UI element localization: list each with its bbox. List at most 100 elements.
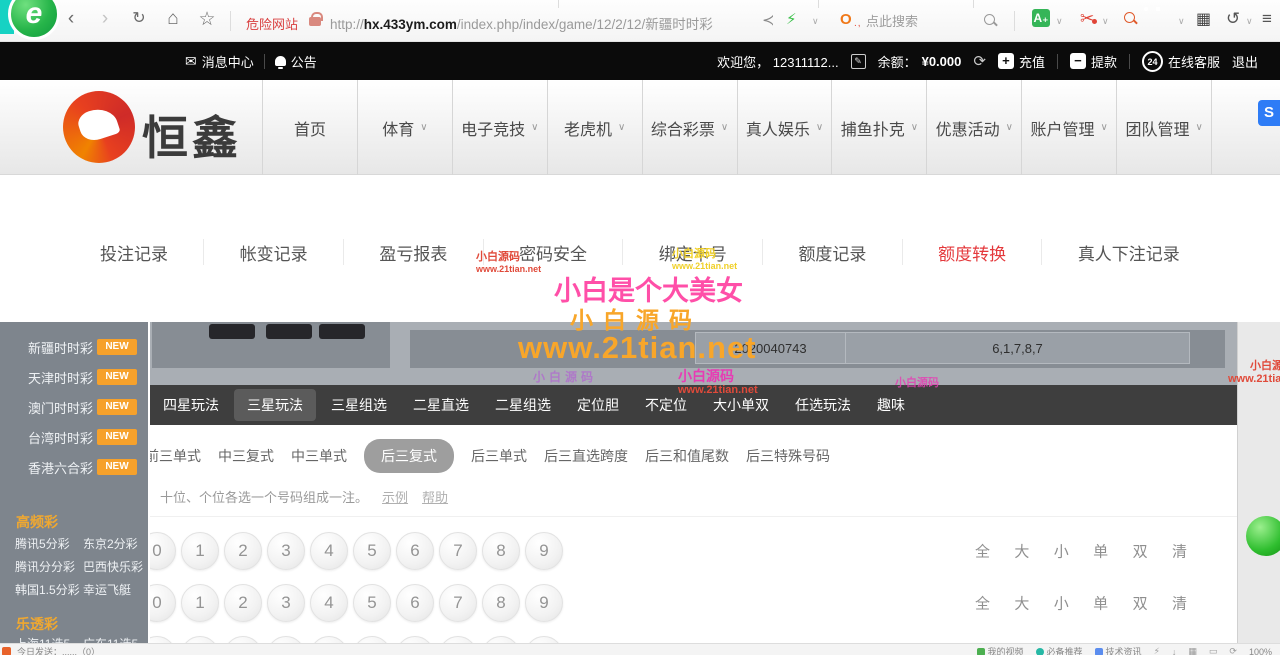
message-center-link[interactable]: ✉ 消息中心 bbox=[185, 52, 254, 71]
deposit-button[interactable]: + 充值 bbox=[997, 52, 1045, 71]
number-ball[interactable]: 6 bbox=[396, 636, 434, 643]
number-ball[interactable]: 6 bbox=[396, 532, 434, 570]
sidebar-game-row[interactable]: 韩国1.5分彩 幸运飞艇 bbox=[0, 581, 148, 598]
number-ball[interactable]: 9 bbox=[525, 636, 563, 643]
edit-profile-icon[interactable]: ✎ bbox=[850, 53, 866, 69]
tab-big-small-odd-even[interactable]: 大小单双 bbox=[700, 385, 782, 425]
number-ball[interactable]: 1 bbox=[181, 532, 219, 570]
number-ball[interactable]: 7 bbox=[439, 532, 477, 570]
subnav-live-bet-records[interactable]: 真人下注记录 bbox=[1078, 240, 1180, 265]
number-ball[interactable]: 4 bbox=[310, 636, 348, 643]
number-ball[interactable]: 4 bbox=[310, 584, 348, 622]
select-small[interactable]: 小 bbox=[1054, 593, 1069, 614]
refresh-balance-icon[interactable]: ⟳ bbox=[973, 52, 986, 70]
site-logo-icon[interactable] bbox=[63, 91, 135, 163]
tab-3star-group[interactable]: 三星组选 bbox=[318, 385, 400, 425]
clear-row[interactable]: 清 bbox=[1172, 593, 1187, 614]
sidebar-item-hongkong[interactable]: 香港六合彩 NEW bbox=[0, 452, 148, 482]
bettab-mid3-multi[interactable]: 中三复式 bbox=[218, 446, 274, 466]
number-ball[interactable]: 3 bbox=[267, 636, 305, 643]
number-ball[interactable]: 1 bbox=[181, 636, 219, 643]
address-bar[interactable]: http://hx.433ym.com/index.php/index/game… bbox=[330, 13, 713, 33]
sidebar-game-row[interactable]: 腾讯分分彩 巴西快乐彩 bbox=[0, 558, 148, 575]
bookmark-star-icon[interactable]: ☆ bbox=[194, 8, 220, 31]
nav-item-sports[interactable]: 体育 ∨ bbox=[356, 80, 452, 175]
number-ball[interactable]: 6 bbox=[396, 584, 434, 622]
nav-item-promotions[interactable]: 优惠活动 ∨ bbox=[926, 80, 1021, 175]
danger-site-badge[interactable]: 危险网站 bbox=[246, 14, 298, 33]
select-all[interactable]: 全 bbox=[975, 541, 990, 562]
select-even[interactable]: 双 bbox=[1133, 593, 1148, 614]
search-input[interactable] bbox=[866, 10, 976, 32]
number-ball[interactable]: 5 bbox=[353, 532, 391, 570]
number-ball[interactable]: 9 bbox=[525, 532, 563, 570]
lightning-icon[interactable]: ⚡ bbox=[786, 10, 797, 28]
bettab-back3-sumtail[interactable]: 后三和值尾数 bbox=[645, 446, 729, 466]
status-item-video[interactable]: 我的视频 bbox=[976, 645, 1024, 655]
withdraw-button[interactable]: − 提款 bbox=[1069, 52, 1117, 71]
number-ball[interactable]: 7 bbox=[439, 584, 477, 622]
refresh-icon[interactable]: ↻ bbox=[126, 8, 152, 28]
number-ball[interactable]: 8 bbox=[482, 584, 520, 622]
sidebar-item-tianjin[interactable]: 天津时时彩 NEW bbox=[0, 362, 148, 392]
example-link[interactable]: 示例 bbox=[382, 487, 408, 506]
site-logo-text[interactable]: 恒鑫 bbox=[142, 102, 242, 168]
online-service-link[interactable]: 24 在线客服 bbox=[1141, 50, 1220, 72]
tab-position[interactable]: 定位胆 bbox=[564, 385, 632, 425]
nav-item-team[interactable]: 团队管理 ∨ bbox=[1116, 80, 1213, 175]
tab-4star[interactable]: 四星玩法 bbox=[150, 385, 232, 425]
number-ball[interactable]: 7 bbox=[439, 636, 477, 643]
logout-button[interactable]: 退出 bbox=[1232, 52, 1258, 71]
number-ball[interactable]: 2 bbox=[224, 532, 262, 570]
number-ball[interactable]: 8 bbox=[482, 532, 520, 570]
bettab-back3-special[interactable]: 后三特殊号码 bbox=[746, 446, 830, 466]
search-box[interactable]: O ., bbox=[836, 8, 1008, 34]
number-ball[interactable]: 0 bbox=[150, 532, 176, 570]
bettab-mid3-single[interactable]: 中三单式 bbox=[291, 446, 347, 466]
announcement-link[interactable]: 公告 bbox=[274, 52, 317, 71]
tab-2star-direct[interactable]: 二星直选 bbox=[400, 385, 482, 425]
window-icon[interactable]: ▭ bbox=[1209, 646, 1218, 655]
number-ball[interactable]: 9 bbox=[525, 584, 563, 622]
chevron-down-icon[interactable]: ∨ bbox=[1246, 16, 1253, 27]
number-ball[interactable]: 2 bbox=[224, 584, 262, 622]
floating-service-icon[interactable] bbox=[1246, 516, 1280, 556]
sidebar-item-taiwan[interactable]: 台湾时时彩 NEW bbox=[0, 422, 148, 452]
subnav-profit-report[interactable]: 盈亏报表 bbox=[379, 240, 447, 265]
bettab-back3-span[interactable]: 后三直选跨度 bbox=[544, 446, 628, 466]
zoom-level[interactable]: 100% bbox=[1249, 647, 1272, 655]
status-item-news[interactable]: 技术资讯 bbox=[1094, 645, 1142, 655]
nav-item-esports[interactable]: 电子竞技 ∨ bbox=[451, 80, 547, 175]
refresh-icon[interactable]: ⟳ bbox=[1229, 646, 1237, 655]
bettab-front3-single[interactable]: 前三单式 bbox=[150, 446, 201, 466]
tab-no-position[interactable]: 不定位 bbox=[632, 385, 700, 425]
select-even[interactable]: 双 bbox=[1133, 541, 1148, 562]
select-all[interactable]: 全 bbox=[975, 593, 990, 614]
chevron-down-icon[interactable]: ∨ bbox=[1102, 16, 1109, 27]
nav-item-slots[interactable]: 老虎机 ∨ bbox=[546, 80, 642, 175]
grid-icon[interactable]: ▦ bbox=[1188, 646, 1197, 655]
number-ball[interactable]: 4 bbox=[310, 532, 348, 570]
flash-icon[interactable]: ⚡ bbox=[1154, 646, 1160, 655]
status-item-recommend[interactable]: 必备推荐 bbox=[1035, 645, 1083, 655]
subnav-bet-records[interactable]: 投注记录 bbox=[100, 240, 168, 265]
subnav-quota-transfer[interactable]: 额度转换 bbox=[938, 240, 1006, 265]
select-big[interactable]: 大 bbox=[1014, 541, 1029, 562]
chevron-down-icon[interactable]: ∨ bbox=[1178, 16, 1185, 27]
tab-3star[interactable]: 三星玩法 bbox=[234, 389, 316, 421]
bettab-back3-single[interactable]: 后三单式 bbox=[471, 446, 527, 466]
nav-item-lottery[interactable]: 综合彩票 ∨ bbox=[641, 80, 737, 175]
sidebar-game-row[interactable]: 上海11选5 广东11选5 bbox=[0, 635, 148, 643]
number-ball[interactable]: 0 bbox=[150, 636, 176, 643]
back-icon[interactable]: ‹ bbox=[58, 8, 84, 30]
undo-icon[interactable]: ↺ bbox=[1226, 9, 1240, 29]
subnav-password-security[interactable]: 密码安全 bbox=[519, 240, 587, 265]
sidebar-item-macau[interactable]: 澳门时时彩 NEW bbox=[0, 392, 148, 422]
subnav-bind-card[interactable]: 绑定卡号 bbox=[659, 240, 727, 265]
clear-row[interactable]: 清 bbox=[1172, 541, 1187, 562]
number-ball[interactable]: 2 bbox=[224, 636, 262, 643]
number-ball[interactable]: 5 bbox=[353, 584, 391, 622]
find-magnifier-icon[interactable] bbox=[1124, 12, 1138, 31]
sidebar-game-row[interactable]: 腾讯5分彩 东京2分彩 bbox=[0, 535, 148, 552]
search-icon[interactable] bbox=[984, 14, 998, 28]
